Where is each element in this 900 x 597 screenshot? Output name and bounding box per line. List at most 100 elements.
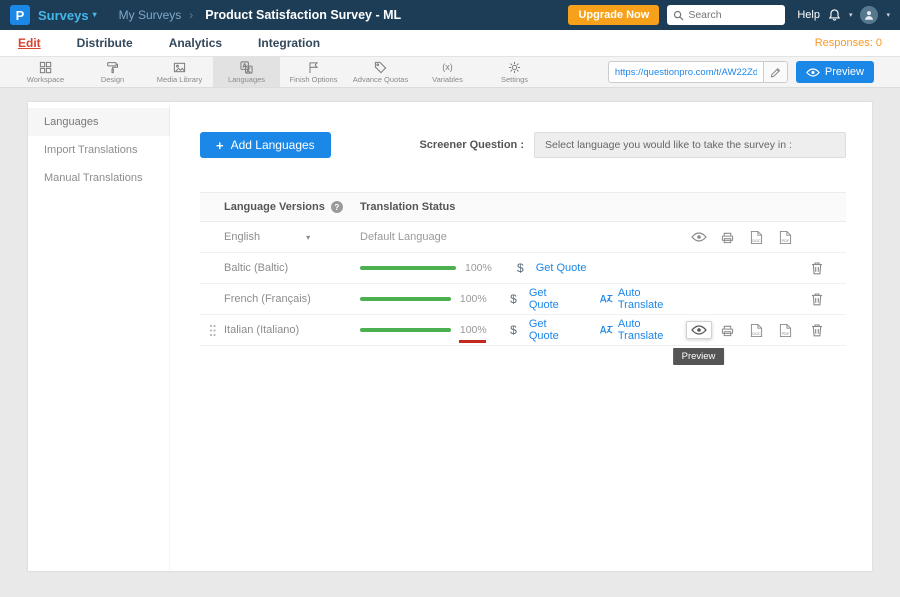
toolbar-item-variables[interactable]: (x) Variables: [414, 57, 481, 87]
upgrade-now-button[interactable]: Upgrade Now: [568, 5, 659, 25]
download-pdf-icon[interactable]: PDF: [779, 230, 792, 245]
toolbar-item-languages[interactable]: Languages: [213, 57, 280, 87]
help-question-icon[interactable]: ?: [331, 201, 343, 213]
red-annotation-mark: [459, 340, 486, 343]
page-title: Product Satisfaction Survey - ML: [205, 8, 401, 22]
languages-panel: + Add Languages Screener Question : Sele…: [170, 102, 872, 571]
questionpro-logo[interactable]: P: [10, 5, 30, 25]
search-box[interactable]: [667, 5, 785, 25]
user-avatar[interactable]: [860, 6, 878, 24]
tab-edit[interactable]: Edit: [18, 36, 41, 50]
column-translation-status: Translation Status: [360, 201, 455, 213]
toolbar-item-media-library[interactable]: Media Library: [146, 57, 213, 87]
delete-trash-icon[interactable]: [811, 292, 823, 306]
paint-roller-icon: [106, 61, 119, 74]
download-doc-icon[interactable]: DOC: [750, 230, 763, 245]
toolbar-item-design[interactable]: Design: [79, 57, 146, 87]
auto-translate-link[interactable]: Auto Translate: [618, 287, 684, 311]
row-actions: Preview DOC PDF: [684, 321, 846, 339]
toolbar-item-advance-quotas[interactable]: Advance Quotas: [347, 57, 414, 87]
dollar-icon[interactable]: $: [510, 292, 517, 306]
preview-eye-icon[interactable]: [691, 232, 707, 242]
delete-trash-icon[interactable]: [811, 323, 823, 337]
screener-selected-value: Select language you would like to take t…: [545, 139, 792, 151]
toolbar-item-settings[interactable]: Settings: [481, 57, 548, 87]
toolbar-right: Preview: [608, 57, 900, 87]
survey-url-input[interactable]: [609, 67, 763, 78]
search-icon: [673, 10, 684, 21]
screener-question-select[interactable]: Select language you would like to take t…: [534, 132, 846, 158]
workspace-grid-icon: [39, 61, 52, 74]
translate-icon: [599, 324, 613, 336]
row-actions: [684, 292, 846, 306]
responses-count[interactable]: Responses: 0: [815, 37, 882, 49]
surveys-menu[interactable]: Surveys ▾: [38, 8, 97, 23]
language-name-label: Baltic (Baltic): [224, 262, 288, 274]
progress-percent: 100%: [460, 293, 490, 305]
auto-translate-link[interactable]: Auto Translate: [618, 318, 684, 342]
edit-url-pencil-icon[interactable]: [763, 62, 787, 82]
drag-handle[interactable]: [200, 324, 224, 337]
surveys-menu-label: Surveys: [38, 8, 89, 23]
toolbar-item-label: Languages: [228, 75, 265, 84]
dollar-icon[interactable]: $: [510, 323, 517, 337]
table-header: Language Versions ? Translation Status: [200, 192, 846, 222]
tab-integration[interactable]: Integration: [258, 36, 320, 50]
preview-button[interactable]: Preview: [796, 61, 874, 83]
auto-translate-group[interactable]: Auto Translate: [599, 287, 684, 311]
survey-url-box: [608, 61, 788, 83]
breadcrumb-separator-icon: ›: [189, 8, 193, 22]
progress-bar: [360, 266, 456, 270]
status-cell: 100% $ Get Quote Auto Translate: [360, 287, 684, 311]
row-actions: [684, 261, 846, 275]
caret-down-icon[interactable]: ▾: [849, 11, 853, 19]
content-area: Languages Import Translations Manual Tra…: [0, 88, 900, 597]
download-pdf-icon[interactable]: PDF: [779, 323, 792, 338]
breadcrumb-my-surveys[interactable]: My Surveys: [119, 8, 182, 22]
survey-toolbar: Workspace Design Media Library Languages…: [0, 57, 900, 88]
toolbar-item-workspace[interactable]: Workspace: [12, 57, 79, 87]
print-icon[interactable]: [721, 231, 734, 244]
sidebar-item-languages[interactable]: Languages: [28, 108, 170, 136]
add-languages-label: Add Languages: [231, 138, 315, 152]
language-name: Italian (Italiano): [224, 324, 360, 336]
screener-question-label: Screener Question :: [419, 139, 524, 151]
progress-percent-label: 100%: [460, 324, 487, 336]
gear-icon: [508, 61, 521, 74]
get-quote-link[interactable]: Get Quote: [529, 318, 577, 342]
sidebar-item-manual-translations[interactable]: Manual Translations: [28, 164, 170, 192]
topbar: P Surveys ▾ My Surveys › Product Satisfa…: [0, 0, 900, 30]
delete-trash-icon[interactable]: [811, 261, 823, 275]
get-quote-link[interactable]: Get Quote: [529, 287, 577, 311]
tab-analytics[interactable]: Analytics: [169, 36, 222, 50]
toolbar-item-label: Workspace: [27, 75, 64, 84]
notifications-bell-icon[interactable]: [828, 8, 841, 22]
language-name-label: French (Français): [224, 293, 311, 305]
svg-text:PDF: PDF: [782, 331, 790, 336]
default-language-label: Default Language: [360, 231, 447, 243]
status-cell: 100% $ Get Quote Auto Translate: [360, 318, 684, 342]
dollar-icon[interactable]: $: [517, 261, 524, 275]
auto-translate-group[interactable]: Auto Translate: [599, 318, 684, 342]
column-language-versions: Language Versions ?: [200, 201, 360, 213]
preview-eye-icon[interactable]: [686, 321, 712, 339]
language-dropdown-english[interactable]: English ▾: [224, 231, 360, 243]
toolbar-item-label: Variables: [432, 75, 463, 84]
toolbar-item-finish-options[interactable]: Finish Options: [280, 57, 347, 87]
caret-down-icon: ▾: [306, 233, 310, 242]
add-languages-button[interactable]: + Add Languages: [200, 132, 331, 158]
help-link[interactable]: Help: [797, 9, 820, 21]
progress-percent: 100%: [465, 262, 497, 274]
progress-bar: [360, 297, 451, 301]
download-doc-icon[interactable]: DOC: [750, 323, 763, 338]
status-cell: Default Language: [360, 231, 684, 243]
toolbar-item-label: Advance Quotas: [353, 75, 408, 84]
search-input[interactable]: [688, 9, 779, 21]
caret-down-icon[interactable]: ▾: [886, 11, 890, 19]
table-row-english: English ▾ Default Language DOC PDF: [200, 222, 846, 253]
print-icon[interactable]: [721, 324, 734, 337]
get-quote-link[interactable]: Get Quote: [536, 262, 587, 274]
toolbar-item-label: Design: [101, 75, 124, 84]
tab-distribute[interactable]: Distribute: [77, 36, 133, 50]
sidebar-item-import-translations[interactable]: Import Translations: [28, 136, 170, 164]
